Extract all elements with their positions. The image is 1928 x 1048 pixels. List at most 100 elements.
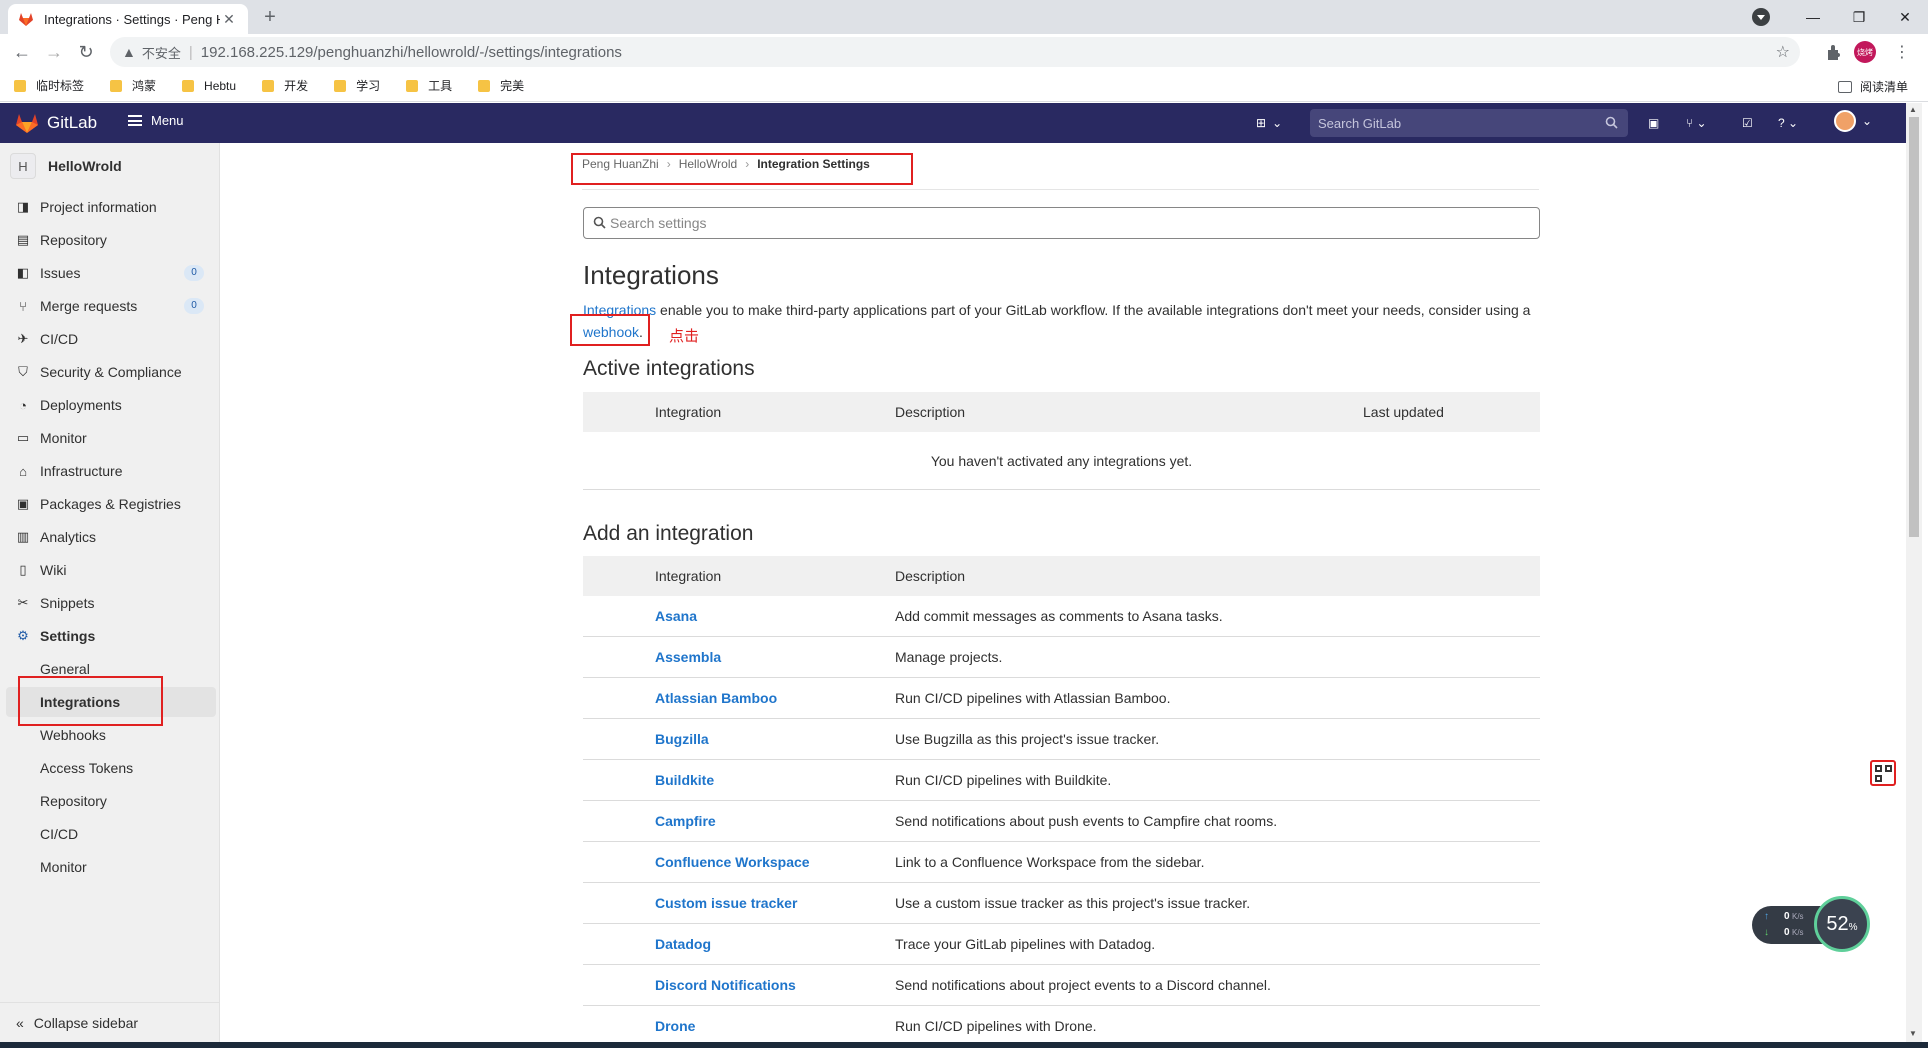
- table-row: Confluence Workspace Link to a Confluence…: [583, 842, 1540, 883]
- gear-icon: ⚙: [17, 628, 29, 643]
- reload-icon[interactable]: ↻: [74, 40, 98, 64]
- integration-link[interactable]: Datadog: [655, 936, 711, 952]
- integration-link[interactable]: Bugzilla: [655, 731, 709, 747]
- integration-link[interactable]: Atlassian Bamboo: [655, 690, 777, 706]
- bookmark-5[interactable]: 工具: [406, 77, 452, 94]
- integration-description: Send notifications about push events to …: [895, 813, 1278, 829]
- issues-header-icon[interactable]: ▣: [1648, 114, 1659, 132]
- new-item-dropdown[interactable]: ⊞ ⌄: [1256, 114, 1282, 132]
- sidebar-item-packages[interactable]: ▣ Packages & Registries: [0, 489, 220, 519]
- sidebar-item-label: Analytics: [40, 529, 97, 545]
- table-row: Atlassian Bamboo Run CI/CD pipelines with…: [583, 678, 1540, 719]
- browser-tab[interactable]: Integrations · Settings · Peng H ✕: [8, 4, 248, 34]
- integration-link[interactable]: Discord Notifications: [655, 977, 796, 993]
- bookmark-star-icon[interactable]: ☆: [1776, 42, 1790, 62]
- browser-menu-icon[interactable]: ⋮: [1894, 42, 1910, 62]
- url-text: 192.168.225.129/penghuanzhi/hellowrold/-…: [200, 43, 622, 61]
- scroll-down-icon[interactable]: ▼: [1909, 1029, 1917, 1038]
- settings-sub-repository[interactable]: Repository: [0, 786, 220, 816]
- tab-search-icon[interactable]: [1752, 8, 1770, 26]
- new-tab-icon[interactable]: +: [258, 6, 282, 30]
- sidebar-item-cicd[interactable]: ✈ CI/CD: [0, 324, 220, 354]
- minimize-icon[interactable]: —: [1790, 0, 1836, 34]
- bookmark-0[interactable]: 临时标签: [14, 77, 84, 94]
- sidebar-item-settings[interactable]: ⚙ Settings: [0, 621, 220, 651]
- project-icon: ◨: [16, 199, 30, 214]
- table-row: Assembla Manage projects.: [583, 637, 1540, 678]
- todos-icon[interactable]: ☑: [1742, 114, 1753, 132]
- bookmark-6[interactable]: 完美: [478, 77, 524, 94]
- integration-link[interactable]: Custom issue tracker: [655, 895, 797, 911]
- table-row: Discord Notifications Send notifications …: [583, 965, 1540, 1006]
- sidebar-item-project-information[interactable]: ◨ Project information: [0, 192, 220, 222]
- search-icon: [1605, 116, 1618, 129]
- reading-list[interactable]: 阅读清单: [1837, 78, 1908, 95]
- bookmark-3[interactable]: 开发: [262, 77, 308, 94]
- integration-link[interactable]: Drone: [655, 1018, 695, 1034]
- collapse-sidebar-button[interactable]: « Collapse sidebar: [0, 1002, 220, 1042]
- integration-link[interactable]: Campfire: [655, 813, 716, 829]
- sidebar-item-merge-requests[interactable]: ⑂ Merge requests 0: [0, 291, 220, 321]
- sidebar-item-wiki[interactable]: ▯ Wiki: [0, 555, 220, 585]
- address-bar[interactable]: ▲ 不安全 | 192.168.225.129/penghuanzhi/hell…: [110, 37, 1800, 67]
- sidebar-item-issues[interactable]: ◧ Issues 0: [0, 258, 220, 288]
- back-icon[interactable]: ←: [10, 40, 34, 64]
- extensions-icon[interactable]: [1824, 42, 1844, 62]
- qr-code-icon[interactable]: [1870, 760, 1896, 786]
- settings-sub-monitor[interactable]: Monitor: [0, 852, 220, 882]
- profile-label: 烧烤: [1857, 47, 1873, 57]
- search-settings-input[interactable]: Search settings: [583, 207, 1540, 239]
- merge-requests-count-badge: 0: [184, 298, 204, 314]
- settings-sub-cicd[interactable]: CI/CD: [0, 819, 220, 849]
- table-row: Campfire Send notifications about push ev…: [583, 801, 1540, 842]
- book-icon: ▯: [19, 562, 27, 577]
- table-header: Integration Description Last updated: [583, 392, 1540, 432]
- integration-link[interactable]: Confluence Workspace: [655, 854, 810, 870]
- search-settings-placeholder: Search settings: [610, 215, 707, 231]
- help-icon[interactable]: ? ⌄: [1778, 114, 1798, 132]
- user-menu[interactable]: ⌄: [1834, 110, 1872, 132]
- bookmark-label: 临时标签: [36, 79, 85, 93]
- gitlab-logo-icon: [16, 114, 38, 133]
- integration-description: Manage projects.: [895, 649, 1003, 665]
- menu-button[interactable]: Menu: [128, 113, 184, 128]
- bookmark-1[interactable]: 鸿蒙: [110, 77, 156, 94]
- rocket-icon: ✈: [17, 331, 29, 346]
- sidebar-item-deployments[interactable]: ◔ Deployments: [0, 390, 220, 420]
- bookmark-label: 学习: [356, 79, 381, 93]
- table-row: Custom issue tracker Use a custom issue t…: [583, 883, 1540, 924]
- sub-item-label: CI/CD: [40, 826, 79, 842]
- integration-link[interactable]: Buildkite: [655, 772, 714, 788]
- settings-sub-access-tokens[interactable]: Access Tokens: [0, 753, 220, 783]
- integration-link[interactable]: Asana: [655, 608, 697, 624]
- merge-requests-header-icon[interactable]: ⑂ ⌄: [1686, 114, 1707, 132]
- sidebar-item-snippets[interactable]: ✂ Snippets: [0, 588, 220, 618]
- sidebar-item-security[interactable]: ⛉ Security & Compliance: [0, 357, 220, 387]
- os-taskbar: [0, 1042, 1928, 1048]
- sidebar-item-monitor[interactable]: ▭ Monitor: [0, 423, 220, 453]
- page-scrollbar[interactable]: ▲ ▼: [1906, 103, 1922, 1042]
- global-search-input[interactable]: Search GitLab: [1310, 109, 1628, 137]
- project-link[interactable]: H HelloWrold: [10, 153, 122, 179]
- sidebar-item-infrastructure[interactable]: ⌂ Infrastructure: [0, 456, 220, 486]
- profile-avatar[interactable]: 烧烤: [1854, 41, 1876, 63]
- add-integration-title: Add an integration: [583, 522, 754, 545]
- bookmark-4[interactable]: 学习: [334, 77, 380, 94]
- sidebar-item-analytics[interactable]: ▥ Analytics: [0, 522, 220, 552]
- bookmark-label: 开发: [284, 79, 309, 93]
- bookmark-2[interactable]: Hebtu: [182, 79, 236, 93]
- empty-state: You haven't activated any integrations y…: [583, 432, 1540, 490]
- folder-icon: [14, 79, 26, 92]
- gitlab-home-link[interactable]: GitLab: [15, 112, 97, 134]
- close-window-icon[interactable]: ✕: [1882, 0, 1928, 34]
- close-tab-icon[interactable]: ✕: [220, 11, 238, 28]
- forward-icon[interactable]: →: [42, 40, 66, 64]
- cpu-usage-gauge[interactable]: 52%: [1814, 896, 1870, 952]
- integration-link[interactable]: Assembla: [655, 649, 721, 665]
- sidebar-item-repository[interactable]: ▤ Repository: [0, 225, 220, 255]
- scrollbar-thumb[interactable]: [1909, 117, 1919, 537]
- restore-icon[interactable]: ❐: [1836, 0, 1882, 34]
- table-row: Asana Add commit messages as comments to …: [583, 596, 1540, 637]
- table-row: Buildkite Run CI/CD pipelines with Buildk…: [583, 760, 1540, 801]
- scroll-up-icon[interactable]: ▲: [1909, 105, 1917, 114]
